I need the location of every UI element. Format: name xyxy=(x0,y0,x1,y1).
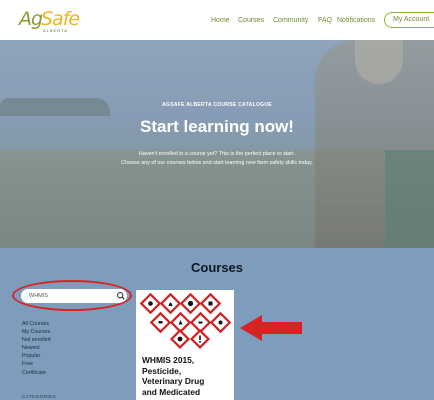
categories-label: CATEGORIES xyxy=(22,394,57,399)
hero-title: Start learning now! xyxy=(140,117,294,136)
hero-banner: AGSAFE ALBERTA COURSE CATALOGUE Start le… xyxy=(0,40,434,248)
filter-newest[interactable]: Newest xyxy=(22,344,51,352)
hero-kicker: AGSAFE ALBERTA COURSE CATALOGUE xyxy=(162,102,272,108)
nav-community[interactable]: Community xyxy=(273,17,308,24)
site-header: Ag Safe ALBERTA Home Courses Community F… xyxy=(0,0,434,40)
filter-all-courses[interactable]: All Courses xyxy=(22,320,51,328)
arrow-left-icon xyxy=(240,315,302,341)
courses-heading: Courses xyxy=(190,260,244,275)
logo-safe: Safe xyxy=(41,8,80,30)
filter-popular[interactable]: Popular xyxy=(22,352,51,360)
ghs-hazard-pictograms-icon xyxy=(139,292,232,350)
filter-free[interactable]: Free xyxy=(22,360,51,368)
course-card-title[interactable]: WHMIS 2015, Pesticide, Veterinary Drug a… xyxy=(142,355,232,397)
search-highlight-circle xyxy=(12,280,132,311)
course-card[interactable]: WHMIS 2015, Pesticide, Veterinary Drug a… xyxy=(136,290,234,400)
nav-notifications[interactable]: Notifications xyxy=(337,17,375,24)
logo-subtitle: ALBERTA xyxy=(43,28,68,33)
nav-courses[interactable]: Courses xyxy=(238,17,264,24)
filter-certificate[interactable]: Certificate xyxy=(22,369,51,377)
nav-faq[interactable]: FAQ xyxy=(318,17,332,24)
hero-overlay xyxy=(0,40,434,248)
catalog-section: Courses WHMIS All Courses My Courses Not… xyxy=(0,248,434,400)
filter-my-courses[interactable]: My Courses xyxy=(22,328,51,336)
filter-not-enrolled[interactable]: Not enrolled xyxy=(22,336,51,344)
my-account-button[interactable]: My Account xyxy=(384,12,434,28)
course-title-line-3: Veterinary Drug xyxy=(142,376,205,386)
logo-ag: Ag xyxy=(19,8,43,30)
course-title-line-4: and Medicated xyxy=(142,386,201,397)
hero-text-line-1: Haven't enrolled in a course yet? This i… xyxy=(138,151,296,157)
course-title-line-1: WHMIS 2015, xyxy=(142,355,195,365)
nav-home[interactable]: Home xyxy=(211,17,230,24)
course-filter-list: All Courses My Courses Not enrolled Newe… xyxy=(22,320,51,377)
agsafe-logo[interactable]: Ag Safe ALBERTA xyxy=(19,8,80,34)
course-title-line-2: Pesticide, xyxy=(142,365,182,376)
hero-text-line-2: Choose any of our courses below and star… xyxy=(121,160,313,166)
